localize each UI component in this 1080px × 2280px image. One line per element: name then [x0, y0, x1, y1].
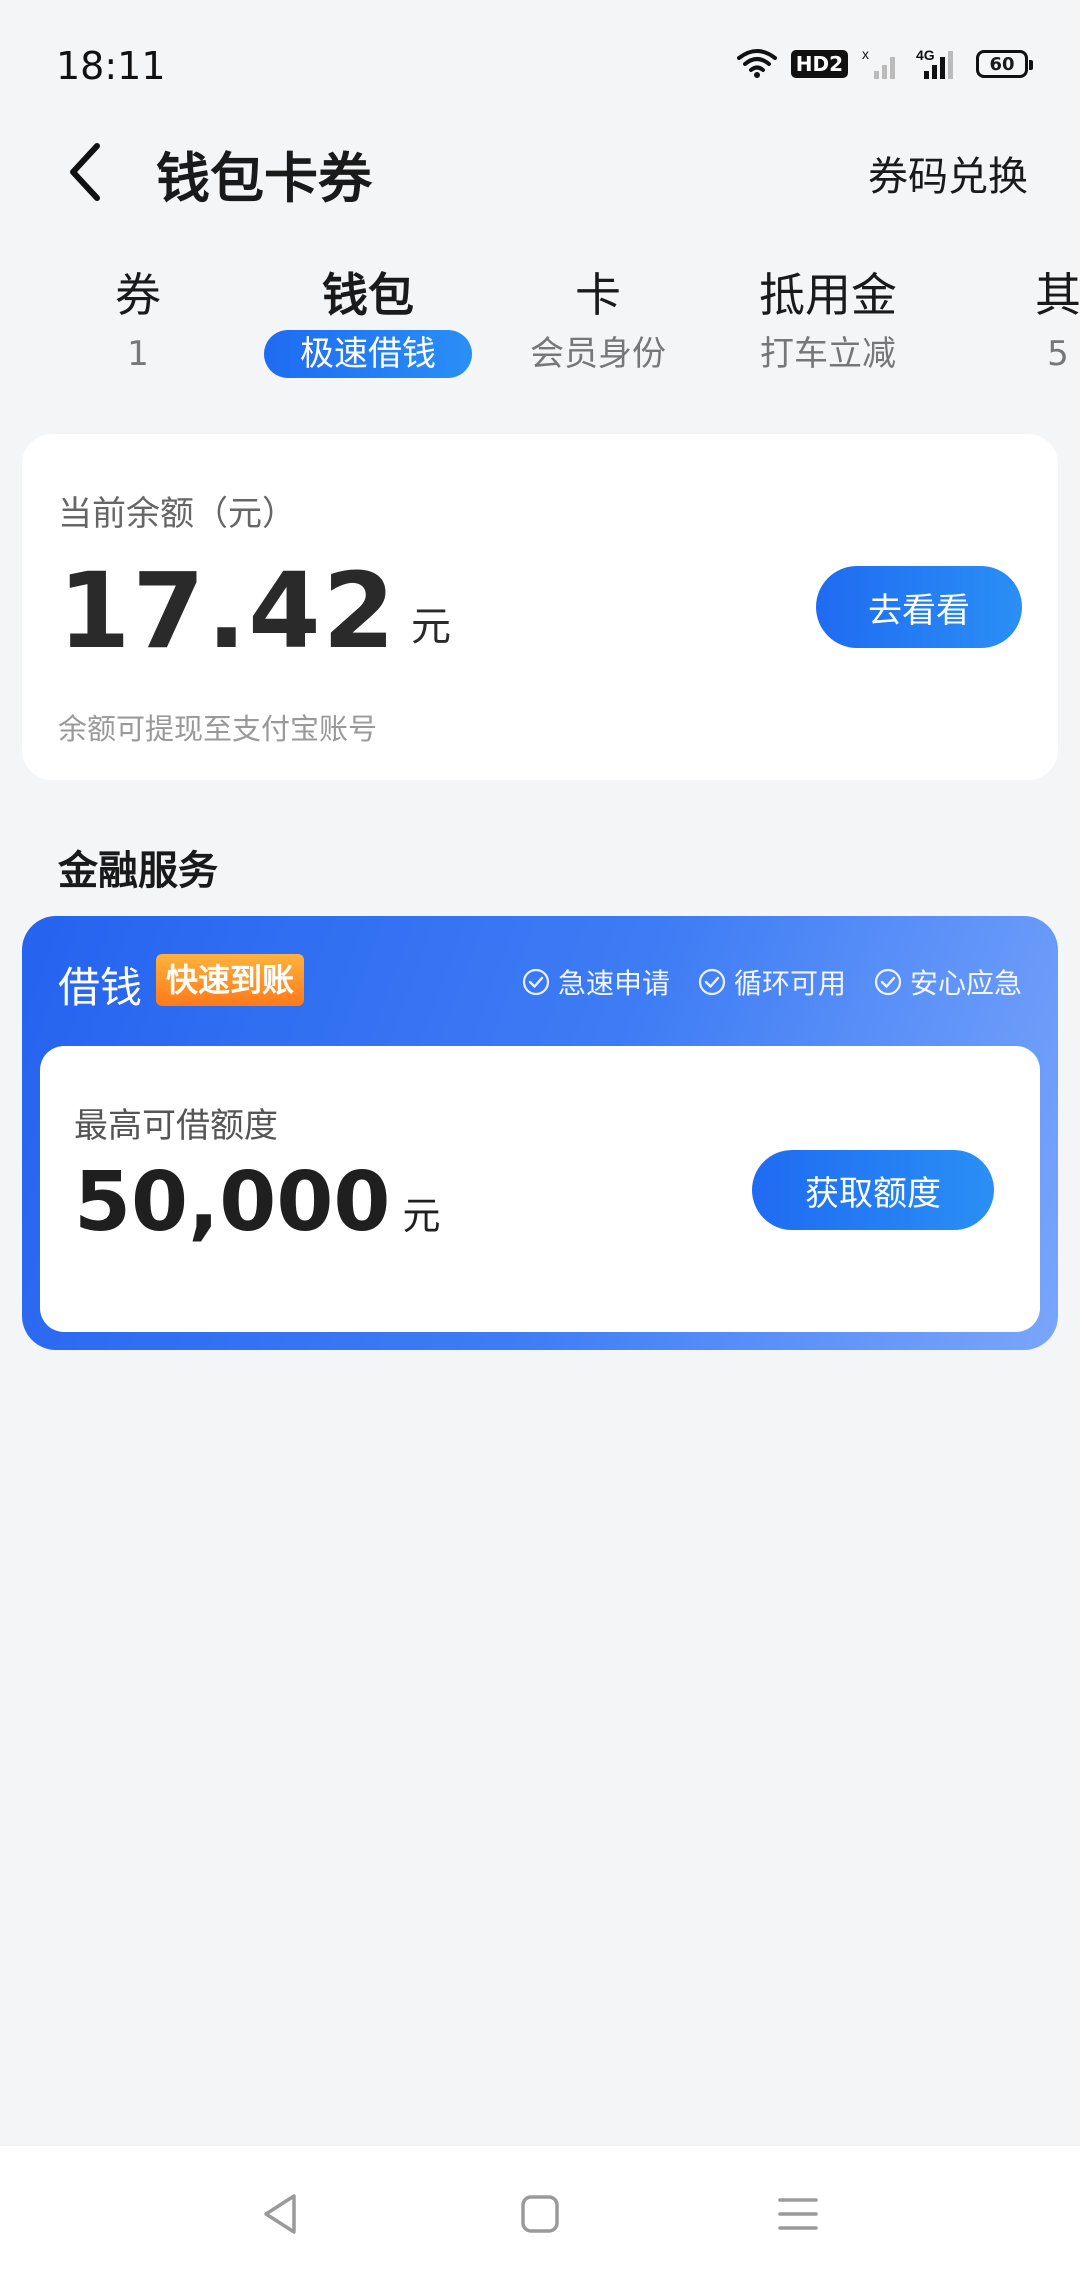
- nav-home-icon: [521, 2195, 559, 2233]
- loan-limit-label: 最高可借额度: [74, 1106, 278, 1146]
- tab-title: 卡: [575, 268, 621, 322]
- loan-limit-panel: 最高可借额度 50,000 元 获取额度: [40, 1046, 1040, 1332]
- loan-limit-amount: 50,000 元: [74, 1158, 440, 1248]
- feature-item: 急速申请: [522, 962, 670, 1002]
- battery-level: 60: [989, 53, 1015, 75]
- tab-title: 券: [115, 268, 161, 322]
- loan-title: 借钱: [58, 963, 143, 1012]
- fast-arrival-badge: 快速到账: [156, 954, 305, 1006]
- screen: 18:11 HD2 x 4G 60 钱包卡券 券码兑换 券 1 钱包 极速借钱 …: [0, 0, 1080, 2280]
- tab-card[interactable]: 卡 会员身份: [488, 262, 708, 380]
- tab-subtitle: 会员身份: [530, 334, 666, 374]
- tab-title: 其: [1035, 268, 1080, 322]
- balance-amount: 17.42 元: [58, 556, 451, 666]
- hd-badge: HD2: [790, 50, 848, 78]
- nav-menu-icon: [778, 2198, 818, 2230]
- nav-home-button[interactable]: [500, 2182, 580, 2246]
- tab-title: 钱包: [322, 268, 414, 322]
- status-bar: 18:11 HD2 x 4G 60: [0, 0, 1080, 120]
- tab-voucher[interactable]: 抵用金 打车立减: [718, 262, 938, 380]
- page-title: 钱包卡券: [156, 147, 372, 210]
- tab-other[interactable]: 其 5: [948, 262, 1080, 380]
- nav-back-button[interactable]: [240, 2182, 320, 2246]
- loan-limit-value: 50,000: [74, 1155, 391, 1250]
- feature-item: 安心应急: [874, 962, 1022, 1002]
- header: 钱包卡券 券码兑换: [0, 120, 1080, 250]
- feature-label: 循环可用: [733, 967, 846, 1000]
- section-title: 金融服务: [58, 848, 218, 894]
- signal-4g-icon: 4G: [916, 47, 962, 81]
- balance-unit: 元: [410, 604, 451, 650]
- status-time: 18:11: [56, 44, 166, 88]
- nav-back-icon: [264, 2194, 296, 2234]
- tab-coupon[interactable]: 券 1: [28, 262, 248, 380]
- loan-features: 急速申请 循环可用 安心应急: [522, 962, 1022, 1002]
- system-nav-bar: [0, 2146, 1080, 2280]
- back-button[interactable]: [50, 132, 120, 212]
- category-tabs: 券 1 钱包 极速借钱 卡 会员身份 抵用金 打车立减 其 5: [0, 262, 1080, 392]
- balance-label: 当前余额（元）: [58, 494, 296, 534]
- balance-note: 余额可提现至支付宝账号: [58, 712, 378, 746]
- svg-text:x: x: [862, 47, 869, 62]
- signal-icon: x: [862, 47, 902, 81]
- loan-limit-unit: 元: [402, 1194, 441, 1238]
- check-circle-icon: [698, 968, 726, 996]
- check-circle-icon: [522, 968, 550, 996]
- balance-value: 17.42: [58, 550, 397, 672]
- tab-title: 抵用金: [759, 268, 897, 322]
- tab-wallet[interactable]: 钱包 极速借钱: [258, 262, 478, 378]
- tab-subtitle-pill: 极速借钱: [264, 330, 472, 378]
- check-circle-icon: [874, 968, 902, 996]
- get-quota-button[interactable]: 获取额度: [752, 1150, 994, 1230]
- tab-subtitle: 1: [127, 334, 149, 374]
- nav-menu-button[interactable]: [758, 2182, 838, 2246]
- feature-item: 循环可用: [698, 962, 846, 1002]
- balance-card: 当前余额（元） 17.42 元 去看看 余额可提现至支付宝账号: [22, 434, 1058, 780]
- back-arrow-icon: [70, 143, 100, 201]
- feature-label: 急速申请: [557, 967, 670, 1000]
- wifi-icon: [736, 48, 777, 80]
- tab-subtitle: 打车立减: [760, 334, 896, 374]
- feature-label: 安心应急: [909, 967, 1022, 1000]
- loan-card[interactable]: 借钱 快速到账 急速申请 循环可用 安心应急 最高可借额度 50,000 元 获…: [22, 916, 1058, 1350]
- redeem-code-button[interactable]: 券码兑换: [868, 144, 1028, 202]
- tab-subtitle: 5: [1047, 334, 1069, 374]
- view-balance-button[interactable]: 去看看: [816, 566, 1022, 648]
- battery-icon: 60: [976, 50, 1033, 78]
- network-label: 4G: [916, 47, 935, 63]
- status-icons: HD2 x 4G 60: [736, 44, 1033, 84]
